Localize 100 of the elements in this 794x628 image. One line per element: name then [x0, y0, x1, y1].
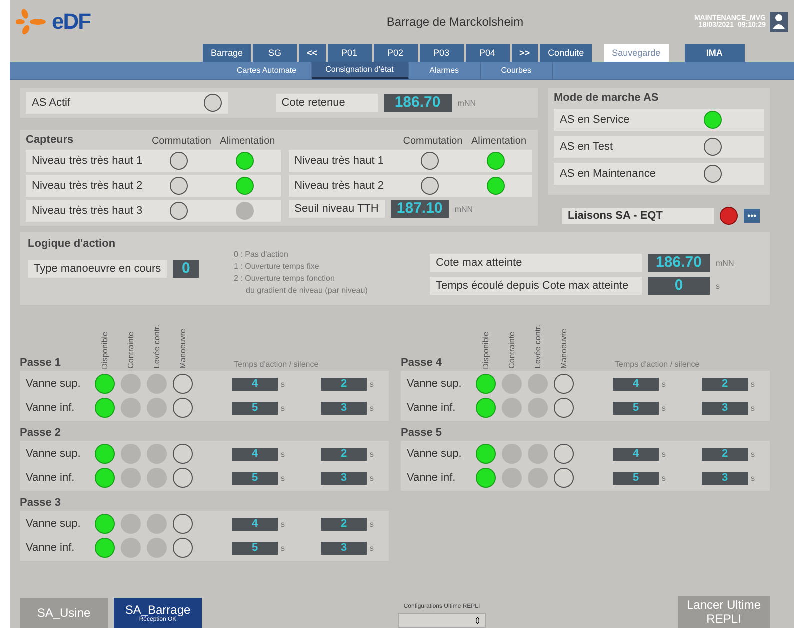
silence-time: 3 [321, 542, 367, 554]
section-title: Passe 5 [401, 427, 443, 439]
column-header: Temps d'action / silence [615, 360, 700, 369]
silence-time: 3 [321, 402, 367, 414]
unit-label: s [661, 474, 667, 482]
dots-icon [747, 214, 757, 218]
unit-label: mNN [716, 258, 734, 268]
action-time: 5 [232, 402, 278, 414]
nav-button[interactable]: Conduite [540, 44, 592, 62]
nav-button[interactable]: P02 [374, 44, 418, 62]
logo-text: eDF [52, 9, 91, 35]
more-button[interactable] [744, 209, 760, 223]
unit-label: s [750, 404, 755, 412]
gate-label: Vanne inf. [26, 542, 76, 554]
section-title: Passe 2 [20, 427, 62, 439]
unit-label: s [280, 450, 286, 458]
unit-label: s [280, 380, 286, 388]
column-header: Levée contr. [152, 325, 162, 369]
legend-text: 0 : Pas d'action [234, 250, 290, 259]
unit-label: s [280, 404, 286, 412]
unit-label: s [661, 404, 667, 412]
nav-button[interactable]: SG [253, 44, 298, 62]
threshold-value: 187.10 [390, 200, 449, 218]
window-title: Barrage de Marckolsheim [386, 15, 525, 29]
gate-label: Vanne inf. [407, 472, 457, 484]
unit-label: s [750, 380, 755, 388]
unit-label: s [661, 380, 667, 388]
level-value: 186.70 [384, 94, 452, 112]
nav-button[interactable]: P01 [328, 44, 372, 62]
column-header: Manoeuvre [558, 328, 570, 369]
silence-time: 2 [321, 518, 367, 530]
unit-label: s [369, 404, 374, 412]
gate-label: Vanne sup. [407, 448, 463, 460]
mode-label: AS en Service [560, 114, 631, 126]
column-header: Levée contr. [532, 325, 544, 369]
status-label: AS Actif [32, 97, 72, 109]
silence-time: 2 [702, 378, 748, 390]
action-time: 4 [232, 448, 278, 460]
mode-label: AS en Maintenance [560, 168, 658, 180]
column-header: Commutation [402, 136, 464, 147]
silence-time: 3 [702, 402, 748, 414]
unit-label: s [750, 450, 755, 458]
unit-label: s [369, 450, 374, 458]
unit-label: s [716, 282, 720, 290]
tab[interactable]: Consignation d'état [312, 62, 409, 79]
field-label: Cote retenue [276, 94, 378, 112]
mode-label: AS en Test [560, 141, 614, 153]
gate-label: Vanne sup. [26, 378, 82, 390]
column-header: Contrainte [506, 332, 518, 369]
section-title: Passe 1 [20, 357, 62, 369]
nav-button[interactable]: P03 [420, 44, 464, 62]
column-header: Manoeuvre [178, 328, 188, 369]
silence-time: 2 [702, 448, 748, 460]
tab[interactable]: Alarmes [408, 62, 481, 79]
tab[interactable]: Courbes [480, 62, 553, 79]
unit-label: s [280, 544, 286, 552]
action-time: 5 [232, 542, 278, 554]
column-header: Contrainte [126, 332, 136, 369]
threshold-label: Seuil niveau TTH [288, 200, 385, 218]
panel-title: Capteurs [26, 134, 74, 146]
gate-label: Vanne sup. [26, 518, 82, 530]
action-time: 4 [613, 448, 659, 460]
nav-button[interactable]: >> [512, 44, 538, 62]
time-value: 0 [648, 277, 710, 295]
silence-time: 2 [321, 448, 367, 460]
section-title: Passe 3 [20, 497, 62, 509]
nav-button[interactable]: IMA [684, 44, 745, 62]
nav-button[interactable]: Barrage [203, 44, 252, 62]
action-time: 4 [232, 518, 278, 530]
column-header: Alimentation [219, 136, 276, 147]
gate-label: Vanne inf. [407, 402, 457, 414]
gate-label: Vanne inf. [26, 402, 76, 414]
unit-label: s [369, 474, 374, 482]
field-label: Temps écoulé depuis Cote max atteinte [430, 277, 642, 295]
level-value: 186.70 [648, 254, 710, 272]
unit-label: s [280, 474, 286, 482]
nav-button[interactable]: Sauvegarde [604, 44, 669, 62]
sensor-label: Niveau très haut 2 [294, 180, 385, 192]
legend-text: du gradient de niveau (par niveau) [245, 286, 369, 295]
field-label: Cote max atteinte [430, 254, 642, 272]
nav-button[interactable]: P04 [466, 44, 510, 62]
silence-time: 2 [321, 378, 367, 390]
column-header: Disponible [100, 332, 110, 369]
action-time: 5 [613, 472, 659, 484]
sensor-label: Niveau très très haut 1 [32, 155, 143, 167]
section-title: Passe 4 [401, 357, 443, 369]
unit-label: s [369, 520, 374, 528]
unit-label: mNN [458, 98, 476, 108]
gate-label: Vanne sup. [407, 378, 463, 390]
column-header: Commutation [150, 136, 212, 147]
nav-button[interactable]: << [299, 44, 326, 62]
config-select[interactable]: ⇕ [398, 613, 486, 628]
action-time: 4 [232, 378, 278, 390]
unit-label: s [369, 380, 374, 388]
column-header: Alimentation [470, 136, 528, 147]
action-time: 5 [232, 472, 278, 484]
field-label: Type manoeuvre en cours [28, 260, 168, 278]
column-header: Temps d'action / silence [234, 360, 319, 369]
sensor-label: Niveau très très haut 3 [32, 205, 143, 217]
panel-title: Mode de marche AS [554, 92, 659, 104]
